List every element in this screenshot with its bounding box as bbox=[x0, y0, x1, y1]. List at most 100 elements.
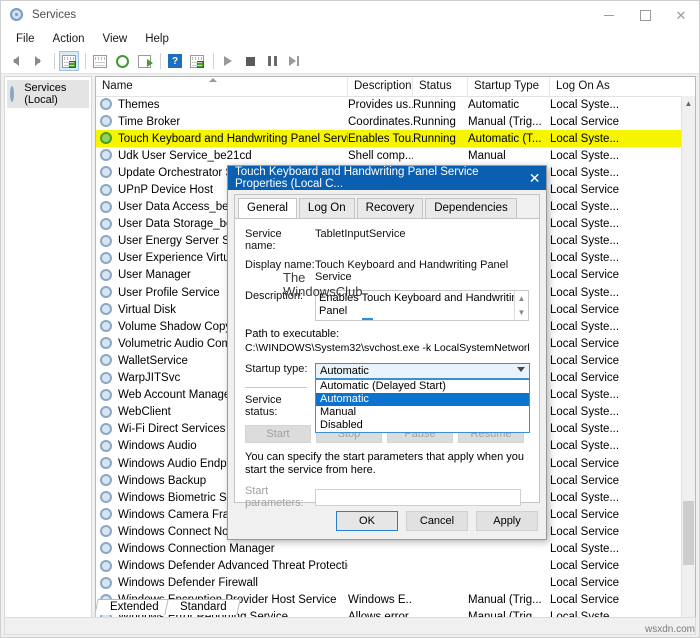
tab-recovery[interactable]: Recovery bbox=[357, 198, 424, 218]
divider bbox=[245, 387, 307, 388]
option-automatic-delayed-start[interactable]: Automatic (Delayed Start) bbox=[316, 380, 529, 393]
menu-file[interactable]: File bbox=[7, 31, 44, 47]
column-header-name[interactable]: Name bbox=[96, 77, 348, 96]
maximize-button[interactable] bbox=[627, 1, 663, 29]
menu-bar: File Action View Help bbox=[1, 29, 699, 49]
cell-name-label: Udk User Service_be21cd bbox=[118, 150, 252, 162]
cell-log-on-as: Local Service bbox=[550, 526, 630, 538]
table-row[interactable]: Windows Defender Firewall Local Service bbox=[96, 575, 682, 592]
view-button[interactable] bbox=[187, 51, 207, 71]
show-hide-console-tree-button[interactable] bbox=[59, 51, 79, 71]
tab-extended[interactable]: Extended bbox=[94, 599, 172, 615]
table-row[interactable]: Time BrokerCoordinates...RunningManual (… bbox=[96, 113, 682, 130]
cell-log-on-as: Local Service bbox=[550, 338, 630, 350]
cell-startup-type: Manual (Trig... bbox=[468, 116, 550, 128]
refresh-icon bbox=[116, 55, 129, 68]
service-gear-icon bbox=[100, 98, 113, 111]
column-header-description[interactable]: Description bbox=[348, 77, 413, 96]
cell-description: Provides us... bbox=[348, 99, 413, 111]
toolbar-separator bbox=[54, 53, 55, 69]
tab-dependencies[interactable]: Dependencies bbox=[425, 198, 517, 218]
cell-log-on-as: Local Service bbox=[550, 560, 630, 572]
tab-general[interactable]: General bbox=[238, 198, 297, 218]
forward-button[interactable] bbox=[28, 51, 48, 71]
cell-name-label: Web Account Manager bbox=[118, 389, 234, 401]
maximize-icon bbox=[640, 10, 651, 21]
scroll-up-icon[interactable]: ▲ bbox=[682, 96, 695, 110]
scrollbar-thumb[interactable] bbox=[683, 501, 694, 565]
properties-button[interactable] bbox=[90, 51, 110, 71]
service-gear-icon bbox=[100, 115, 113, 128]
service-gear-icon bbox=[100, 337, 113, 350]
cell-startup-type: Automatic (T... bbox=[468, 133, 550, 145]
scroll-up-icon[interactable]: ▲ bbox=[515, 291, 528, 306]
tab-standard[interactable]: Standard bbox=[164, 599, 240, 615]
service-gear-icon bbox=[100, 303, 113, 316]
description-textbox[interactable]: Enables Touch Keyboard and Handwriting P… bbox=[315, 290, 529, 321]
table-row[interactable]: ThemesProvides us...RunningAutomaticLoca… bbox=[96, 96, 682, 113]
table-row[interactable]: Touch Keyboard and Handwriting Panel Ser… bbox=[96, 130, 682, 147]
cell-log-on-as: Local Service bbox=[550, 355, 630, 367]
cell-log-on-as: Local Syste... bbox=[550, 543, 630, 555]
cell-log-on-as: Local Syste... bbox=[550, 167, 630, 179]
startup-type-select[interactable]: Automatic bbox=[315, 363, 530, 379]
option-automatic[interactable]: Automatic bbox=[316, 393, 529, 406]
table-row[interactable]: Windows Defender Advanced Threat Protect… bbox=[96, 558, 682, 575]
cell-log-on-as: Local Syste... bbox=[550, 133, 630, 145]
tab-log-on[interactable]: Log On bbox=[299, 198, 355, 218]
ok-button[interactable]: OK bbox=[336, 511, 398, 531]
cell-log-on-as: Local Service bbox=[550, 269, 630, 281]
cell-log-on-as: Local Service bbox=[550, 577, 630, 589]
service-gear-icon bbox=[100, 389, 113, 402]
export-list-button[interactable] bbox=[134, 51, 154, 71]
minimize-button[interactable] bbox=[591, 1, 627, 29]
restart-service-button[interactable] bbox=[284, 51, 304, 71]
cell-name: Windows Defender Firewall bbox=[96, 577, 348, 590]
start-service-button[interactable] bbox=[218, 51, 238, 71]
table-row[interactable]: Windows Connection ManagerLocal Syste... bbox=[96, 540, 682, 557]
dialog-footer: OK Cancel Apply bbox=[228, 503, 546, 539]
refresh-button[interactable] bbox=[112, 51, 132, 71]
pen-glyph-icon bbox=[362, 318, 373, 321]
column-header-log-on-as[interactable]: Log On As bbox=[550, 77, 630, 96]
step-forward-icon bbox=[289, 56, 299, 66]
cell-startup-type: Automatic bbox=[468, 99, 550, 111]
column-header-startup-type[interactable]: Startup Type bbox=[468, 77, 550, 96]
menu-action[interactable]: Action bbox=[44, 31, 94, 47]
dialog-title: Touch Keyboard and Handwriting Panel Ser… bbox=[235, 166, 523, 190]
menu-help[interactable]: Help bbox=[136, 31, 178, 47]
cancel-button[interactable]: Cancel bbox=[406, 511, 468, 531]
close-button[interactable]: ✕ bbox=[663, 1, 699, 29]
service-gear-icon bbox=[100, 252, 113, 265]
description-scrollbar[interactable]: ▲ ▼ bbox=[514, 291, 528, 320]
option-disabled[interactable]: Disabled bbox=[316, 419, 529, 432]
tree-item-services-local[interactable]: Services (Local) bbox=[7, 80, 89, 108]
option-manual[interactable]: Manual bbox=[316, 406, 529, 419]
scroll-down-icon[interactable]: ▼ bbox=[515, 306, 528, 321]
service-gear-icon bbox=[100, 423, 113, 436]
description-label: Description: bbox=[245, 290, 315, 321]
list-vertical-scrollbar[interactable]: ▲ ▼ bbox=[681, 96, 695, 633]
back-button[interactable] bbox=[6, 51, 26, 71]
pause-service-button[interactable] bbox=[262, 51, 282, 71]
service-gear-icon bbox=[100, 149, 113, 162]
dialog-close-button[interactable]: ✕ bbox=[523, 166, 546, 190]
stop-service-button[interactable] bbox=[240, 51, 260, 71]
properties-icon bbox=[93, 55, 107, 68]
service-gear-icon bbox=[100, 166, 113, 179]
cell-name-label: Windows Defender Firewall bbox=[118, 577, 258, 589]
table-row[interactable]: Udk User Service_be21cdShell comp...Manu… bbox=[96, 147, 682, 164]
cell-description: Coordinates... bbox=[348, 116, 413, 128]
cell-name: Windows Defender Advanced Threat Protect… bbox=[96, 560, 348, 573]
menu-view[interactable]: View bbox=[94, 31, 137, 47]
service-gear-icon bbox=[100, 508, 113, 521]
path-to-executable-label: Path to executable: bbox=[245, 328, 529, 340]
help-button[interactable]: ? bbox=[165, 51, 185, 71]
cell-name-label: UPnP Device Host bbox=[118, 184, 213, 196]
display-name-label: Display name: bbox=[245, 259, 315, 283]
column-header-status[interactable]: Status bbox=[413, 77, 468, 96]
apply-button[interactable]: Apply bbox=[476, 511, 538, 531]
startup-type-label: Startup type: bbox=[245, 363, 315, 379]
cell-log-on-as: Local Syste... bbox=[550, 201, 630, 213]
service-name-value: TabletInputService bbox=[315, 228, 406, 252]
